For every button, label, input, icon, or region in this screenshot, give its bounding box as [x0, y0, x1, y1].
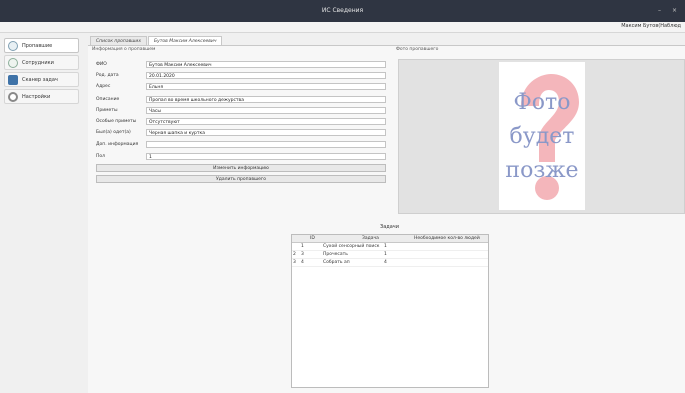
- tab-bar: Список пропавших Бутов Максим Алексеевич: [90, 36, 223, 45]
- sidebar-item-label: Пропавшие: [22, 42, 53, 49]
- tab-person[interactable]: Бутов Максим Алексеевич: [148, 36, 223, 45]
- tasks-table[interactable]: ID Задача Необходимое кол-во людей 1 Сух…: [291, 234, 489, 388]
- task-name: Сухой сенсорный поиск: [323, 244, 380, 249]
- field-row-birthdate: Род. дата 20.01.2020: [96, 71, 386, 79]
- birthdate-field[interactable]: 20.01.2020: [146, 71, 386, 79]
- field-row-clothes: Был(а) одет(а) Черная шапка и куртка: [96, 128, 386, 136]
- staff-icon: [8, 57, 18, 68]
- sidebar-item-missing[interactable]: Пропавшие: [4, 38, 79, 53]
- special-signs-field[interactable]: Отсутствуют: [146, 117, 386, 125]
- field-row-extra-info: Доп. информация: [96, 140, 386, 148]
- window-titlebar: ИС Сведения – ×: [0, 0, 685, 22]
- task-id: 3: [301, 252, 304, 257]
- column-header-people[interactable]: Необходимое кол-во людей: [414, 235, 480, 242]
- extra-info-field[interactable]: [146, 140, 386, 148]
- info-section-label: Информация о пропавшем: [92, 47, 156, 52]
- row-marker: 3: [293, 260, 296, 265]
- sidebar-item-label: Сканер задач: [22, 76, 58, 83]
- scanner-icon: [8, 74, 18, 85]
- sidebar-item-staff[interactable]: Сотрудники: [4, 55, 79, 70]
- column-header-id[interactable]: ID: [310, 235, 315, 242]
- column-header-task[interactable]: Задача: [362, 235, 379, 242]
- photo-section-label: Фото пропавшего: [396, 47, 439, 52]
- field-label: Адрес: [96, 83, 111, 89]
- field-label: Приметы: [96, 107, 118, 113]
- task-people: 1: [384, 244, 387, 249]
- task-id: 1: [301, 244, 304, 249]
- task-id: 4: [301, 260, 304, 265]
- field-label: Пол: [96, 153, 106, 159]
- person-icon: [8, 40, 18, 51]
- sidebar: Пропавшие Сотрудники Сканер задач Настро…: [0, 34, 82, 392]
- field-label: Был(а) одет(а): [96, 129, 131, 135]
- field-row-signs: Приметы Часы: [96, 106, 386, 114]
- address-field[interactable]: Ельня: [146, 82, 386, 90]
- table-header: ID Задача Необходимое кол-во людей: [292, 235, 488, 243]
- photo-line-3: позже: [505, 158, 579, 183]
- gender-field[interactable]: 1: [146, 152, 386, 160]
- table-row[interactable]: 3 4 Собрать ап 4: [292, 259, 488, 267]
- photo-line-1: Фото: [513, 90, 571, 115]
- task-name: Собрать ап: [323, 260, 350, 265]
- field-row-fio: ФИО Бутов Максим Алексеевич: [96, 60, 386, 68]
- field-label: Доп. информация: [96, 141, 139, 147]
- sidebar-item-label: Настройки: [22, 93, 51, 100]
- signs-field[interactable]: Часы: [146, 106, 386, 114]
- field-label: ФИО: [96, 61, 107, 67]
- field-row-description: Описание Пропал во время школьного дежур…: [96, 95, 386, 103]
- task-name: Прочесать: [323, 252, 348, 257]
- close-button[interactable]: ×: [672, 0, 677, 22]
- task-people: 4: [384, 260, 387, 265]
- field-label: Особые приметы: [96, 118, 137, 124]
- field-row-address: Адрес Ельня: [96, 82, 386, 90]
- fio-field[interactable]: Бутов Максим Алексеевич: [146, 60, 386, 68]
- task-people: 1: [384, 252, 387, 257]
- field-label: Род. дата: [96, 72, 119, 78]
- description-field[interactable]: Пропал во время школьного дежурства: [146, 95, 386, 103]
- row-marker: 2: [293, 252, 296, 257]
- delete-person-button[interactable]: Удалить пропавшего: [96, 175, 386, 183]
- tasks-title: Задачи: [380, 224, 399, 230]
- settings-icon: [8, 91, 18, 102]
- current-user: Максим Бутов(Наблюд: [621, 23, 681, 29]
- clothes-field[interactable]: Черная шапка и куртка: [146, 128, 386, 136]
- sidebar-item-scanner[interactable]: Сканер задач: [4, 72, 79, 87]
- photo-placeholder: Фото будет позже: [499, 62, 585, 210]
- window-title: ИС Сведения: [321, 7, 364, 14]
- field-label: Описание: [96, 96, 120, 102]
- photo-line-2: будет: [509, 124, 575, 149]
- table-row[interactable]: 2 3 Прочесать 1: [292, 251, 488, 259]
- field-row-gender: Пол 1: [96, 152, 386, 160]
- field-row-special-signs: Особые приметы Отсутствуют: [96, 117, 386, 125]
- change-info-button[interactable]: Изменить информацию: [96, 164, 386, 172]
- table-row[interactable]: 1 Сухой сенсорный поиск 1: [292, 243, 488, 251]
- minimize-button[interactable]: –: [658, 0, 661, 22]
- sidebar-item-label: Сотрудники: [22, 59, 54, 66]
- sidebar-item-settings[interactable]: Настройки: [4, 89, 79, 104]
- tab-missing-list[interactable]: Список пропавших: [90, 36, 147, 45]
- user-bar: Максим Бутов(Наблюд: [0, 22, 685, 33]
